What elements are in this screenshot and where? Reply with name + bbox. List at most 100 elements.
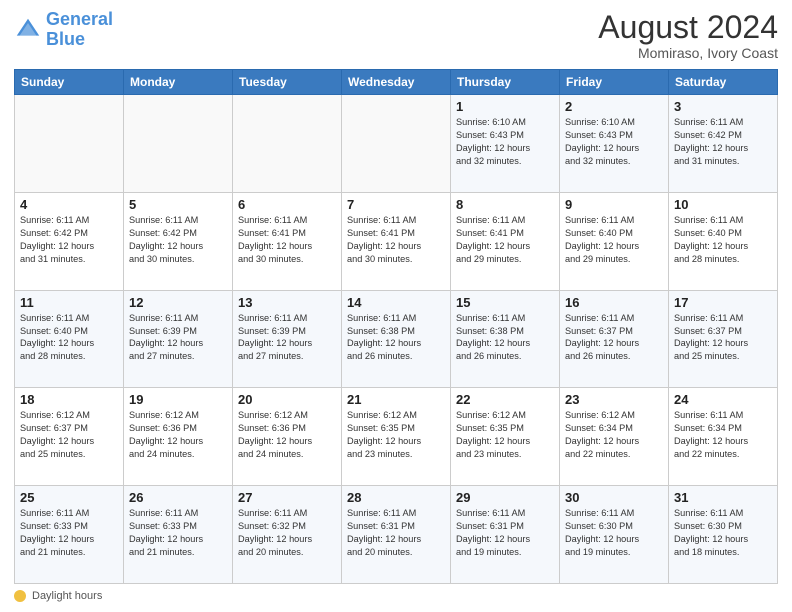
day-number: 28 bbox=[347, 490, 445, 505]
day-info: Sunrise: 6:11 AM Sunset: 6:39 PM Dayligh… bbox=[129, 312, 227, 364]
day-info: Sunrise: 6:11 AM Sunset: 6:40 PM Dayligh… bbox=[674, 214, 772, 266]
day-info: Sunrise: 6:12 AM Sunset: 6:37 PM Dayligh… bbox=[20, 409, 118, 461]
day-header-thursday: Thursday bbox=[451, 70, 560, 95]
day-info: Sunrise: 6:12 AM Sunset: 6:35 PM Dayligh… bbox=[347, 409, 445, 461]
week-row-4: 25 Sunrise: 6:11 AM Sunset: 6:33 PM Dayli… bbox=[15, 486, 778, 584]
calendar-body: 1 Sunrise: 6:10 AM Sunset: 6:43 PM Daylig… bbox=[15, 95, 778, 584]
logo-icon bbox=[14, 16, 42, 44]
day-info: Sunrise: 6:11 AM Sunset: 6:40 PM Dayligh… bbox=[20, 312, 118, 364]
day-header-monday: Monday bbox=[124, 70, 233, 95]
day-header-saturday: Saturday bbox=[669, 70, 778, 95]
logo-text: General Blue bbox=[46, 10, 113, 50]
day-number: 31 bbox=[674, 490, 772, 505]
day-cell: 16Sunrise: 6:11 AM Sunset: 6:37 PM Dayli… bbox=[560, 290, 669, 388]
day-number: 13 bbox=[238, 295, 336, 310]
day-cell: 2 Sunrise: 6:10 AM Sunset: 6:43 PM Daylig… bbox=[560, 95, 669, 193]
day-cell: 9 Sunrise: 6:11 AM Sunset: 6:40 PM Daylig… bbox=[560, 192, 669, 290]
week-row-0: 1 Sunrise: 6:10 AM Sunset: 6:43 PM Daylig… bbox=[15, 95, 778, 193]
legend-sun-icon bbox=[14, 590, 26, 602]
calendar-table: SundayMondayTuesdayWednesdayThursdayFrid… bbox=[14, 69, 778, 584]
day-number: 8 bbox=[456, 197, 554, 212]
day-header-friday: Friday bbox=[560, 70, 669, 95]
day-info: Sunrise: 6:11 AM Sunset: 6:33 PM Dayligh… bbox=[20, 507, 118, 559]
day-number: 14 bbox=[347, 295, 445, 310]
week-row-1: 4 Sunrise: 6:11 AM Sunset: 6:42 PM Daylig… bbox=[15, 192, 778, 290]
legend: Daylight hours bbox=[14, 590, 778, 602]
day-info: Sunrise: 6:11 AM Sunset: 6:34 PM Dayligh… bbox=[674, 409, 772, 461]
day-cell: 17Sunrise: 6:11 AM Sunset: 6:37 PM Dayli… bbox=[669, 290, 778, 388]
day-cell bbox=[15, 95, 124, 193]
day-cell: 19 Sunrise: 6:12 AM Sunset: 6:36 PM Dayli… bbox=[124, 388, 233, 486]
day-cell: 25 Sunrise: 6:11 AM Sunset: 6:33 PM Dayli… bbox=[15, 486, 124, 584]
day-cell: 22 Sunrise: 6:12 AM Sunset: 6:35 PM Dayli… bbox=[451, 388, 560, 486]
day-info: Sunrise: 6:12 AM Sunset: 6:34 PM Dayligh… bbox=[565, 409, 663, 461]
day-info: Sunrise: 6:11 AM Sunset: 6:33 PM Dayligh… bbox=[129, 507, 227, 559]
day-info: Sunrise: 6:11 AM Sunset: 6:42 PM Dayligh… bbox=[129, 214, 227, 266]
day-number: 18 bbox=[20, 392, 118, 407]
month-year: August 2024 bbox=[598, 10, 778, 45]
day-number: 15 bbox=[456, 295, 554, 310]
day-number: 30 bbox=[565, 490, 663, 505]
day-info: Sunrise: 6:11 AM Sunset: 6:42 PM Dayligh… bbox=[20, 214, 118, 266]
day-info: Sunrise: 6:11 AM Sunset: 6:30 PM Dayligh… bbox=[565, 507, 663, 559]
day-cell: 8Sunrise: 6:11 AM Sunset: 6:41 PM Daylig… bbox=[451, 192, 560, 290]
page: General Blue August 2024 Momiraso, Ivory… bbox=[0, 0, 792, 612]
day-cell: 11 Sunrise: 6:11 AM Sunset: 6:40 PM Dayli… bbox=[15, 290, 124, 388]
day-cell: 6 Sunrise: 6:11 AM Sunset: 6:41 PM Daylig… bbox=[233, 192, 342, 290]
day-number: 5 bbox=[129, 197, 227, 212]
day-info: Sunrise: 6:11 AM Sunset: 6:37 PM Dayligh… bbox=[674, 312, 772, 364]
day-number: 11 bbox=[20, 295, 118, 310]
week-row-3: 18 Sunrise: 6:12 AM Sunset: 6:37 PM Dayli… bbox=[15, 388, 778, 486]
logo-line2: Blue bbox=[46, 29, 85, 49]
day-cell: 1 Sunrise: 6:10 AM Sunset: 6:43 PM Daylig… bbox=[451, 95, 560, 193]
day-number: 2 bbox=[565, 99, 663, 114]
day-cell bbox=[233, 95, 342, 193]
day-number: 26 bbox=[129, 490, 227, 505]
day-number: 29 bbox=[456, 490, 554, 505]
day-info: Sunrise: 6:10 AM Sunset: 6:43 PM Dayligh… bbox=[456, 116, 554, 168]
day-info: Sunrise: 6:12 AM Sunset: 6:36 PM Dayligh… bbox=[238, 409, 336, 461]
day-cell: 7Sunrise: 6:11 AM Sunset: 6:41 PM Daylig… bbox=[342, 192, 451, 290]
day-cell: 15 Sunrise: 6:11 AM Sunset: 6:38 PM Dayli… bbox=[451, 290, 560, 388]
calendar-header: SundayMondayTuesdayWednesdayThursdayFrid… bbox=[15, 70, 778, 95]
day-cell bbox=[342, 95, 451, 193]
legend-text: Daylight hours bbox=[32, 590, 102, 602]
day-info: Sunrise: 6:12 AM Sunset: 6:36 PM Dayligh… bbox=[129, 409, 227, 461]
day-info: Sunrise: 6:11 AM Sunset: 6:41 PM Dayligh… bbox=[238, 214, 336, 266]
day-cell: 27Sunrise: 6:11 AM Sunset: 6:32 PM Dayli… bbox=[233, 486, 342, 584]
day-number: 19 bbox=[129, 392, 227, 407]
day-cell: 23 Sunrise: 6:12 AM Sunset: 6:34 PM Dayli… bbox=[560, 388, 669, 486]
day-header-tuesday: Tuesday bbox=[233, 70, 342, 95]
day-number: 1 bbox=[456, 99, 554, 114]
day-number: 9 bbox=[565, 197, 663, 212]
day-info: Sunrise: 6:12 AM Sunset: 6:35 PM Dayligh… bbox=[456, 409, 554, 461]
day-number: 12 bbox=[129, 295, 227, 310]
day-info: Sunrise: 6:11 AM Sunset: 6:39 PM Dayligh… bbox=[238, 312, 336, 364]
day-number: 22 bbox=[456, 392, 554, 407]
day-number: 20 bbox=[238, 392, 336, 407]
day-info: Sunrise: 6:11 AM Sunset: 6:41 PM Dayligh… bbox=[347, 214, 445, 266]
day-cell: 31Sunrise: 6:11 AM Sunset: 6:30 PM Dayli… bbox=[669, 486, 778, 584]
day-cell: 20 Sunrise: 6:12 AM Sunset: 6:36 PM Dayli… bbox=[233, 388, 342, 486]
day-info: Sunrise: 6:11 AM Sunset: 6:32 PM Dayligh… bbox=[238, 507, 336, 559]
day-number: 23 bbox=[565, 392, 663, 407]
day-cell: 3Sunrise: 6:11 AM Sunset: 6:42 PM Daylig… bbox=[669, 95, 778, 193]
day-cell: 24Sunrise: 6:11 AM Sunset: 6:34 PM Dayli… bbox=[669, 388, 778, 486]
day-cell: 10Sunrise: 6:11 AM Sunset: 6:40 PM Dayli… bbox=[669, 192, 778, 290]
day-number: 25 bbox=[20, 490, 118, 505]
day-info: Sunrise: 6:11 AM Sunset: 6:42 PM Dayligh… bbox=[674, 116, 772, 168]
day-info: Sunrise: 6:11 AM Sunset: 6:40 PM Dayligh… bbox=[565, 214, 663, 266]
day-cell: 30 Sunrise: 6:11 AM Sunset: 6:30 PM Dayli… bbox=[560, 486, 669, 584]
day-number: 6 bbox=[238, 197, 336, 212]
day-cell: 4 Sunrise: 6:11 AM Sunset: 6:42 PM Daylig… bbox=[15, 192, 124, 290]
day-number: 4 bbox=[20, 197, 118, 212]
title-block: August 2024 Momiraso, Ivory Coast bbox=[598, 10, 778, 61]
week-row-2: 11 Sunrise: 6:11 AM Sunset: 6:40 PM Dayli… bbox=[15, 290, 778, 388]
day-info: Sunrise: 6:10 AM Sunset: 6:43 PM Dayligh… bbox=[565, 116, 663, 168]
day-info: Sunrise: 6:11 AM Sunset: 6:38 PM Dayligh… bbox=[456, 312, 554, 364]
day-info: Sunrise: 6:11 AM Sunset: 6:31 PM Dayligh… bbox=[456, 507, 554, 559]
day-header-row: SundayMondayTuesdayWednesdayThursdayFrid… bbox=[15, 70, 778, 95]
day-number: 16 bbox=[565, 295, 663, 310]
logo-line1: General bbox=[46, 9, 113, 29]
day-cell: 14Sunrise: 6:11 AM Sunset: 6:38 PM Dayli… bbox=[342, 290, 451, 388]
